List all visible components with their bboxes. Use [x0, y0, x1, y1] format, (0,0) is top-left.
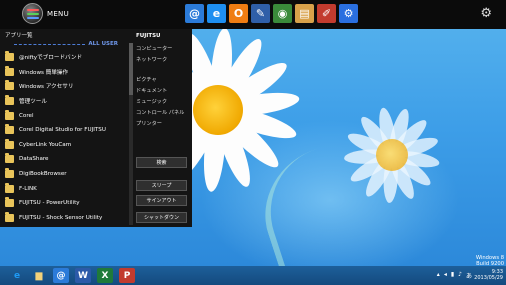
tray-icon[interactable]: ♪ [458, 271, 462, 280]
folder-icon [5, 65, 14, 76]
tray-icon[interactable]: ▮ [451, 271, 454, 280]
app-list-item-label: Windows 簡単操作 [19, 69, 69, 76]
link-computer[interactable]: コンピューター [136, 45, 172, 52]
app-list-item[interactable]: CyberLink YouCam [2, 138, 130, 153]
folder-icon [5, 109, 14, 120]
clock-date: 2013/05/29 [474, 275, 503, 281]
app-list-item-label: DataShare [19, 156, 49, 163]
link-documents[interactable]: ドキュメント [136, 87, 167, 94]
taskbar-clock[interactable]: 9:33 2013/05/29 [474, 269, 503, 281]
app-list-item-label: DigiBookBrowser [19, 171, 67, 178]
top-launcher-bar: MENU @ e O ✎ ◉ ▤ ✐ ⚙ ⚙ [0, 0, 506, 29]
notebook-icon[interactable]: ▤ [295, 4, 314, 23]
link-pictures[interactable]: ピクチャ [136, 76, 157, 83]
sleep-button[interactable]: スリープ [136, 180, 187, 191]
pen-icon[interactable]: ✐ [317, 4, 336, 23]
app-list-item-label: FUJITSU - PowerUtility [19, 200, 80, 207]
app-list-item-label: F-LINK [19, 185, 37, 192]
ie-icon[interactable]: e [207, 4, 226, 23]
system-tray: ▴ ◂ ▮ ♪ あ [437, 271, 472, 280]
settings-icon[interactable]: ⚙ [339, 4, 358, 23]
app-list-item-label: CyberLink YouCam [19, 141, 72, 148]
gear-icon[interactable]: ⚙ [480, 6, 492, 21]
signout-button[interactable]: サインアウト [136, 195, 187, 206]
daisy-center [193, 85, 243, 135]
nifty-icon[interactable]: @ [185, 4, 204, 23]
link-control-panel[interactable]: コントロール パネル [136, 109, 184, 116]
nifty-taskbar-icon[interactable]: @ [53, 268, 69, 283]
daisy-center [376, 139, 408, 171]
app-list-item[interactable]: @niftyでブロードバンド [2, 50, 130, 65]
app-list-item[interactable]: Windows アクセサリ [2, 79, 130, 94]
word-taskbar-icon[interactable]: W [75, 268, 91, 283]
app-list-item[interactable]: FUJITSU - Shock Sensor Utility [2, 211, 130, 226]
menu-label: MENU [47, 9, 70, 18]
folder-icon [5, 51, 14, 62]
link-printers[interactable]: プリンター [136, 120, 162, 127]
taskbar: e ▆ @ W X P ▴ ◂ ▮ ♪ あ 9:33 2013/05/29 [0, 266, 506, 285]
shutdown-button[interactable]: シャットダウン [136, 212, 187, 223]
tray-icon[interactable]: ◂ [444, 271, 447, 280]
app-list: @niftyでブロードバンド Windows 簡単操作 Windows アクセサリ管… [2, 50, 130, 225]
folder-icon [5, 80, 14, 91]
ie-taskbar-icon[interactable]: e [9, 268, 25, 283]
link-music[interactable]: ミュージック [136, 98, 167, 105]
folder-icon [5, 124, 14, 135]
word-icon[interactable]: ✎ [251, 4, 270, 23]
folder-icon [5, 197, 14, 208]
app-list-item[interactable]: Corel Digital Studio for FUJITSU [2, 123, 130, 138]
tray-icon[interactable]: あ [466, 271, 472, 280]
app-list-item-label: 管理ツール [19, 99, 47, 106]
app-list-item[interactable]: Windows 簡単操作 [2, 65, 130, 80]
apps-list-title: アプリ一覧 [5, 33, 33, 39]
brand-label: FUJITSU [136, 33, 161, 39]
excel-taskbar-icon[interactable]: X [97, 268, 113, 283]
folder-icon [5, 168, 14, 179]
pdf-taskbar-icon[interactable]: P [119, 268, 135, 283]
office-icon[interactable]: O [229, 4, 248, 23]
app-list-item[interactable]: F-LINK [2, 181, 130, 196]
app-list-item-label: Corel Digital Studio for FUJITSU [19, 127, 106, 134]
folder-icon [5, 95, 14, 106]
app-list-item[interactable]: DigiBookBrowser [2, 167, 130, 182]
menu-button[interactable]: MENU [22, 3, 69, 24]
folder-icon [5, 138, 14, 149]
all-user-label: ALL USER [88, 41, 118, 47]
folder-icon [5, 211, 14, 222]
search-button[interactable]: 検索 [136, 157, 187, 168]
app-list-item[interactable]: Corel [2, 108, 130, 123]
app-list-item-label: FUJITSU - Shock Sensor Utility [19, 214, 103, 221]
folder-icon [5, 182, 14, 193]
link-network[interactable]: ネットワーク [136, 56, 167, 63]
app-list-item-label: Corel [19, 112, 34, 119]
app-list-item-label: Windows アクセサリ [19, 84, 74, 91]
app-list-item[interactable]: FUJITSU - PowerUtility [2, 196, 130, 211]
folder-icon [5, 153, 14, 164]
app-list-item-label: @niftyでブロードバンド [19, 55, 83, 62]
tray-icon[interactable]: ▴ [437, 271, 440, 280]
launcher-icons: @ e O ✎ ◉ ▤ ✐ ⚙ [185, 4, 358, 23]
explorer-taskbar-icon[interactable]: ▆ [31, 268, 47, 283]
scrollbar-thumb[interactable] [129, 43, 133, 95]
app-list-item[interactable]: DataShare [2, 152, 130, 167]
globe-icon[interactable]: ◉ [273, 4, 292, 23]
menu-orb-icon [22, 3, 43, 24]
app-list-scrollbar[interactable] [129, 43, 133, 225]
app-list-item[interactable]: 管理ツール [2, 94, 130, 109]
start-menu-panel: アプリ一覧 ALL USER @niftyでブロードバンド Windows 簡単操… [0, 29, 192, 227]
all-user-divider: ALL USER [14, 41, 118, 47]
